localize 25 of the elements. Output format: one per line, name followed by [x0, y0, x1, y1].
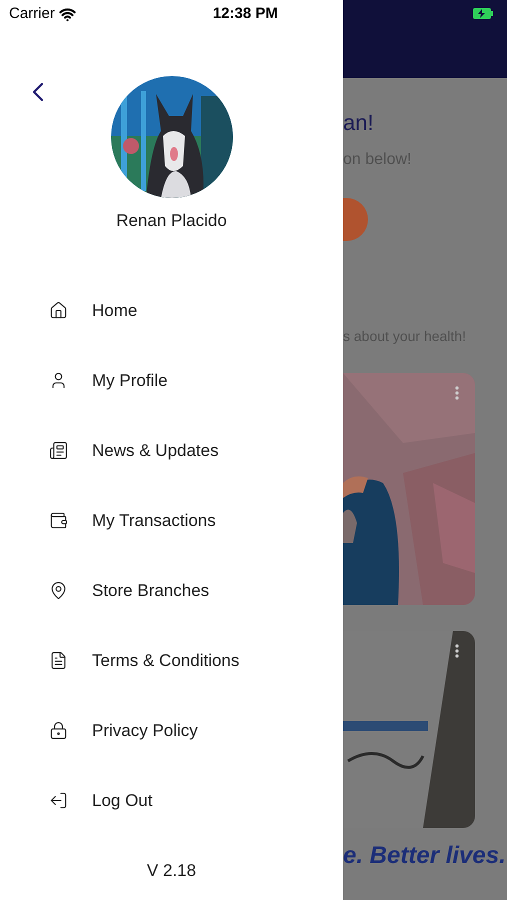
menu-item[interactable]: News & Updates — [0, 416, 343, 486]
newspaper-icon — [49, 441, 68, 460]
more-icon — [455, 644, 459, 658]
carrier-name: Carrier — [9, 4, 55, 24]
clock-time: 12:38 PM — [212, 4, 278, 24]
menu-item[interactable]: Log Out — [0, 766, 343, 836]
menu-item[interactable]: Privacy Policy — [0, 696, 343, 766]
menu-item[interactable]: Terms & Conditions — [0, 626, 343, 696]
map-pin-icon — [49, 581, 68, 600]
document-icon — [49, 651, 68, 670]
wallet-icon — [49, 511, 68, 530]
battery-icon — [473, 8, 493, 19]
lock-icon — [49, 721, 68, 740]
slogan-text: e. Better lives. — [343, 844, 507, 868]
menu-item[interactable]: Home — [0, 276, 343, 346]
more-icon — [455, 386, 459, 400]
profile-name: Renan Placido — [116, 210, 227, 232]
version-label: V 2.18 — [146, 860, 196, 882]
menu-item[interactable]: Store Branches — [0, 556, 343, 626]
logout-icon — [49, 791, 68, 810]
greeting-text: an! — [343, 112, 375, 134]
menu-item[interactable]: My Profile — [0, 346, 343, 416]
menu-item[interactable]: My Transactions — [0, 486, 343, 556]
wifi-icon — [58, 6, 76, 22]
home-icon — [49, 301, 68, 320]
